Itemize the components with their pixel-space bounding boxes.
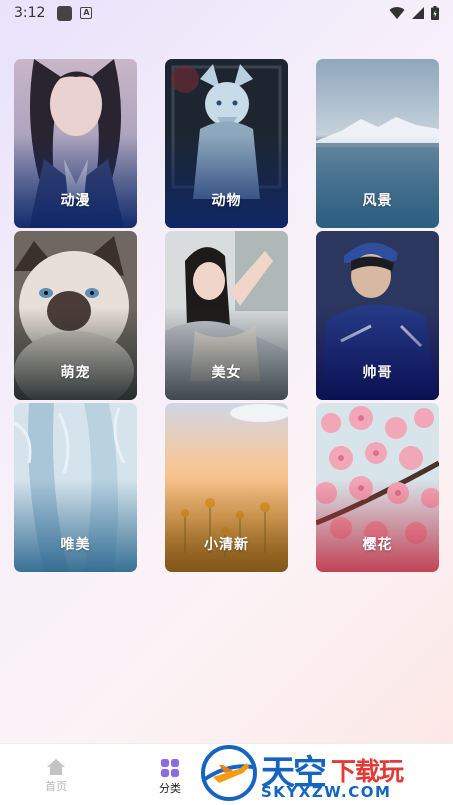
status-bar: 3:12 A	[0, 0, 453, 26]
category-label: 唯美	[60, 537, 91, 553]
category-grid: 动漫 动物 风景 萌宠 美女 帅哥 唯美 小清新 樱花	[14, 59, 439, 572]
category-card-fresh[interactable]: 小清新	[165, 403, 288, 572]
tab-category[interactable]: 分类	[140, 758, 200, 796]
category-card-aesthetic[interactable]: 唯美	[14, 403, 137, 572]
category-label: 小清新	[204, 537, 249, 553]
category-card-sakura[interactable]: 樱花	[316, 403, 439, 572]
category-card-pets[interactable]: 萌宠	[14, 231, 137, 400]
watermark-url: SKYXZW.COM	[261, 783, 392, 801]
category-label: 帅哥	[362, 365, 393, 381]
tab-home[interactable]: 首页	[26, 758, 86, 794]
app-notification-icon: A	[80, 7, 93, 19]
category-label: 风景	[362, 193, 393, 209]
category-label: 动漫	[60, 193, 91, 209]
battery-icon	[431, 6, 439, 20]
tab-home-label: 首页	[45, 780, 67, 793]
category-card-handsome[interactable]: 帅哥	[316, 231, 439, 400]
category-label: 萌宠	[60, 365, 91, 381]
category-label: 美女	[211, 365, 242, 381]
category-card-scenery[interactable]: 风景	[316, 59, 439, 228]
category-card-animals[interactable]: 动物	[165, 59, 288, 228]
tab-category-label: 分类	[159, 782, 181, 795]
wifi-icon	[389, 7, 405, 20]
category-card-anime[interactable]: 动漫	[14, 59, 137, 228]
notification-icon	[57, 5, 73, 21]
category-card-beauty[interactable]: 美女	[165, 231, 288, 400]
watermark-logo: 天空 下载玩 SKYXZW.COM	[199, 743, 449, 803]
category-label: 樱花	[362, 537, 393, 553]
signal-icon	[412, 7, 424, 19]
home-icon	[47, 759, 65, 775]
category-label: 动物	[211, 193, 242, 209]
airplane-globe-icon	[201, 745, 257, 801]
status-time: 3:12	[14, 5, 46, 21]
grid-icon	[161, 759, 179, 777]
